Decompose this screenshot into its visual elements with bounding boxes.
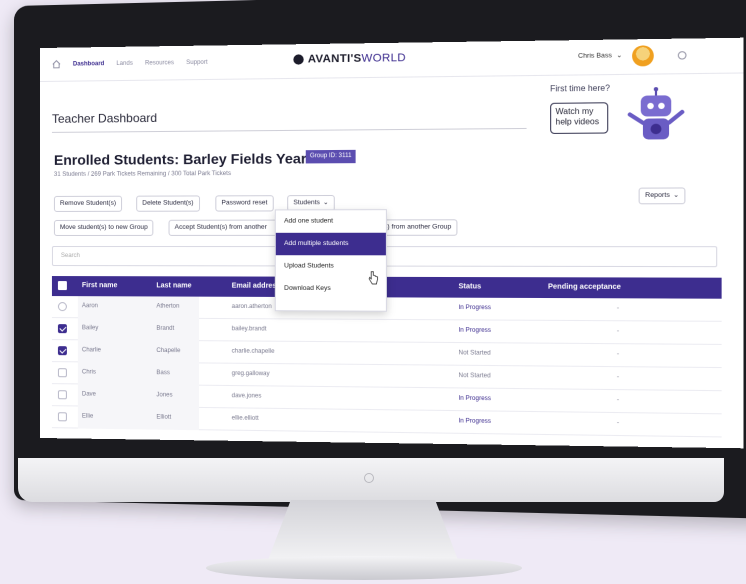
student-table: Aaron Atherton aaron.atherton In Progres… [51,296,722,438]
title-divider [51,127,527,133]
brand-logo[interactable]: AVANTI'S WORLD [293,52,406,66]
column-first-name[interactable]: First name [82,282,118,289]
row-checkbox[interactable] [57,302,67,312]
logo-mark-icon [293,54,304,65]
reports-button[interactable]: Reports ⌄ [638,187,686,205]
nav-lands[interactable]: Lands [116,60,132,66]
row-checkbox[interactable] [57,390,67,400]
home-icon[interactable] [52,59,61,69]
monitor-chin [18,458,724,502]
move-students-button[interactable]: Move student(s) to new Group [53,219,154,236]
nav-resources[interactable]: Resources [145,60,174,66]
ticket-summary: 31 Students / 269 Park Tickets Remaining… [53,170,231,178]
enrolled-title: Enrolled Students: Barley Fields Year Fi… [53,149,340,168]
select-all-checkbox[interactable] [57,281,67,291]
robot-mascot-icon [617,87,693,140]
chevron-down-icon: ⌄ [616,52,623,60]
power-button [364,473,374,483]
monitor-base [206,556,522,580]
screen: Dashboard Lands Resources Support AVANTI… [40,37,744,449]
remove-students-button[interactable]: Remove Student(s) [53,195,123,212]
monitor-stand [268,500,458,560]
status-badge: In Progress [458,327,492,334]
status-badge: Not Started [458,372,491,380]
user-menu[interactable]: Chris Bass ⌄ [578,51,622,60]
row-checkbox[interactable] [57,368,67,378]
chevron-down-icon: ⌄ [323,199,329,207]
menu-item-add-multiple-students[interactable]: Add multiple students [275,232,386,256]
status-badge: In Progress [458,304,492,312]
chevron-down-icon: ⌄ [673,191,680,200]
column-pending-acceptance[interactable]: Pending acceptance [548,283,621,291]
password-reset-button[interactable]: Password reset [215,195,274,212]
status-badge: Not Started [458,350,491,357]
hand-cursor-icon [368,271,378,285]
menu-item-add-one-student[interactable]: Add one student [276,210,386,233]
row-checkbox[interactable] [57,324,67,334]
delete-students-button[interactable]: Delete Student(s) [136,195,200,212]
column-status[interactable]: Status [459,283,482,290]
status-badge: In Progress [458,418,492,425]
status-badge: In Progress [458,395,492,403]
help-prompt: First time here? [550,83,610,94]
nav-support[interactable]: Support [186,59,207,65]
column-last-name[interactable]: Last name [156,282,191,289]
page-title: Teacher Dashboard [51,110,158,126]
students-dropdown-menu: Add one student Add multiple students Up… [274,209,387,312]
nav-dashboard[interactable]: Dashboard [73,61,104,67]
row-checkbox[interactable] [57,346,67,356]
row-checkbox[interactable] [57,412,67,422]
accept-students-button[interactable]: Accept Student(s) from another [168,219,281,236]
group-id-badge: Group ID: 3111 [305,149,356,164]
help-videos-button[interactable]: Watch my help videos [550,102,609,134]
accept-students-other-group-button[interactable]: (s) from another Group [376,219,458,236]
